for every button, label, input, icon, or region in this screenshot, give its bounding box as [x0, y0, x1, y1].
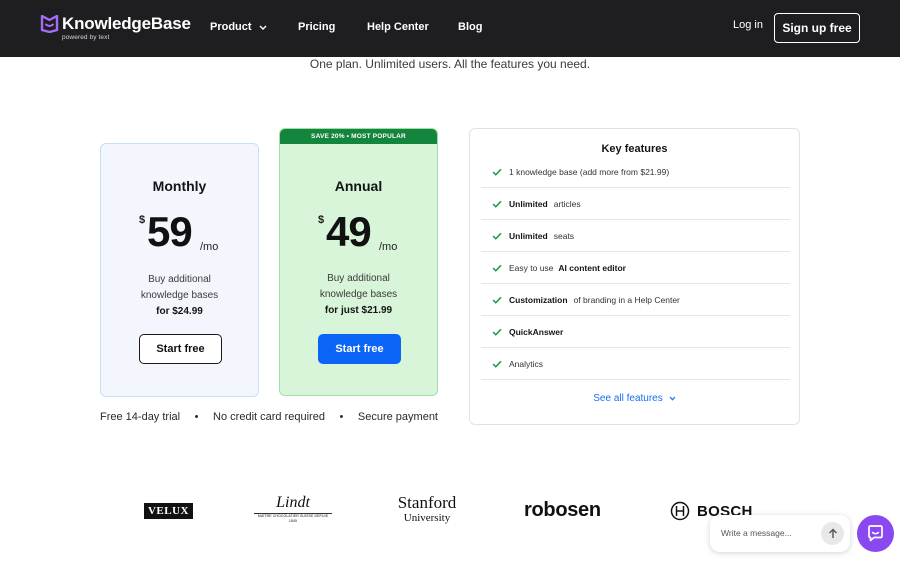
check-icon [492, 296, 502, 304]
trust-trial: Free 14-day trial [100, 411, 181, 423]
brand-subtitle: powered by text [62, 34, 110, 41]
features-title: Key features [601, 143, 668, 155]
chevron-down-icon [669, 396, 676, 401]
brand-logo[interactable]: KnowledgeBase powered by text [40, 14, 191, 41]
key-features-panel: Key features 1 knowledge base (add more … [469, 128, 800, 425]
stanford-wordmark: Stanford [397, 493, 457, 512]
start-free-annual-button[interactable]: Start free [318, 334, 401, 364]
feature-text: 1 knowledge base (add more from $21.99) [509, 166, 670, 177]
sign-up-button[interactable]: Sign up free [774, 13, 860, 43]
feature-bold: Unlimited [509, 198, 548, 209]
feature-text: articles [553, 198, 581, 209]
trust-secure: Secure payment [357, 411, 438, 423]
pricing-tagline: One plan. Unlimited users. All the featu… [309, 57, 591, 71]
knowledgebase-logo-icon [40, 15, 59, 33]
nav-blog[interactable]: Blog [458, 20, 482, 34]
chevron-down-icon [259, 25, 267, 30]
check-icon [492, 264, 502, 272]
most-popular-ribbon: SAVE 20% • MOST POPULAR [280, 129, 437, 144]
see-all-label: See all features [593, 393, 663, 404]
brand-name: KnowledgeBase [62, 14, 191, 33]
price-currency: $ [139, 214, 146, 226]
start-free-monthly-button[interactable]: Start free [139, 334, 222, 364]
stanford-logo: Stanford University [392, 494, 462, 525]
price-period: /mo [379, 241, 398, 253]
robosen-logo: robosen [524, 499, 601, 521]
trust-separator: • [339, 411, 344, 423]
nav-product[interactable]: Product [210, 20, 267, 34]
check-icon [492, 232, 502, 240]
feature-bold: QuickAnswer [509, 326, 564, 337]
lindt-logo: Lindt MAÎTRE CHOCOLATIER SUISSE DEPUIS 1… [254, 494, 332, 524]
lindt-wordmark: Lindt [276, 494, 310, 511]
feature-text: Analytics [509, 358, 544, 369]
chat-bubble-icon [868, 525, 883, 542]
feature-item: Unlimited seats [481, 220, 790, 252]
feature-text: seats [553, 230, 575, 241]
plan-desc-line: Buy additional [148, 274, 211, 285]
feature-item: Customization of branding in a Help Cent… [481, 284, 790, 316]
plan-description: Buy additional knowledge bases for just … [280, 271, 437, 319]
top-navigation: KnowledgeBase powered by text Product Pr… [0, 0, 900, 57]
trust-no-card: No credit card required [213, 411, 325, 423]
feature-bold: Unlimited [509, 230, 548, 241]
plan-price: $ 49 /mo [280, 208, 437, 258]
price-currency: $ [318, 214, 325, 226]
features-list: 1 knowledge base (add more from $21.99) … [481, 156, 790, 380]
plan-desc-price: for just $21.99 [324, 305, 393, 316]
feature-item: QuickAnswer [481, 316, 790, 348]
trust-separator: • [194, 411, 199, 423]
check-icon [492, 360, 502, 368]
chat-message-input[interactable] [721, 528, 811, 538]
login-link[interactable]: Log in [733, 18, 763, 32]
nav-help-center[interactable]: Help Center [367, 20, 429, 34]
chat-widget [710, 515, 850, 552]
feature-item: Analytics [481, 348, 790, 380]
price-amount: 59 [147, 208, 193, 255]
feature-item: Easy to use AI content editor [481, 252, 790, 284]
plan-name: Monthly [152, 178, 207, 194]
plan-card-monthly: Monthly $ 59 /mo Buy additional knowledg… [100, 143, 259, 397]
feature-text: Easy to use [509, 262, 554, 273]
feature-bold: Customization [509, 294, 568, 305]
chat-launcher-button[interactable] [857, 515, 894, 552]
see-all-features-link[interactable]: See all features [470, 393, 799, 404]
arrow-up-icon [828, 528, 837, 538]
plan-price: $ 59 /mo [101, 208, 258, 258]
plan-name: Annual [334, 178, 383, 194]
check-icon [492, 328, 502, 336]
plan-description: Buy additional knowledge bases for $24.9… [101, 272, 258, 320]
check-icon [492, 168, 502, 176]
nav-pricing[interactable]: Pricing [298, 20, 335, 34]
stanford-subtitle: University [403, 512, 451, 524]
trust-badges: Free 14-day trial • No credit card requi… [100, 411, 438, 423]
plan-desc-line: knowledge bases [319, 289, 398, 300]
nav-product-label: Product [210, 21, 252, 33]
plan-card-annual: SAVE 20% • MOST POPULAR Annual $ 49 /mo … [279, 128, 438, 396]
bosch-armature-icon [670, 501, 690, 521]
price-period: /mo [200, 241, 219, 253]
price-amount: 49 [326, 208, 372, 255]
feature-bold: AI content editor [558, 262, 626, 273]
chat-send-button[interactable] [821, 522, 844, 545]
lindt-tagline: MAÎTRE CHOCOLATIER SUISSE DEPUIS 1845 [254, 513, 332, 524]
plan-desc-price: for $24.99 [156, 306, 203, 317]
feature-item: 1 knowledge base (add more from $21.99) [481, 156, 790, 188]
plan-desc-line: Buy additional [327, 273, 390, 284]
feature-item: Unlimited articles [481, 188, 790, 220]
feature-text: of branding in a Help Center [573, 294, 680, 305]
velux-logo: VELUX [144, 503, 193, 519]
check-icon [492, 200, 502, 208]
plan-desc-line: knowledge bases [140, 290, 219, 301]
